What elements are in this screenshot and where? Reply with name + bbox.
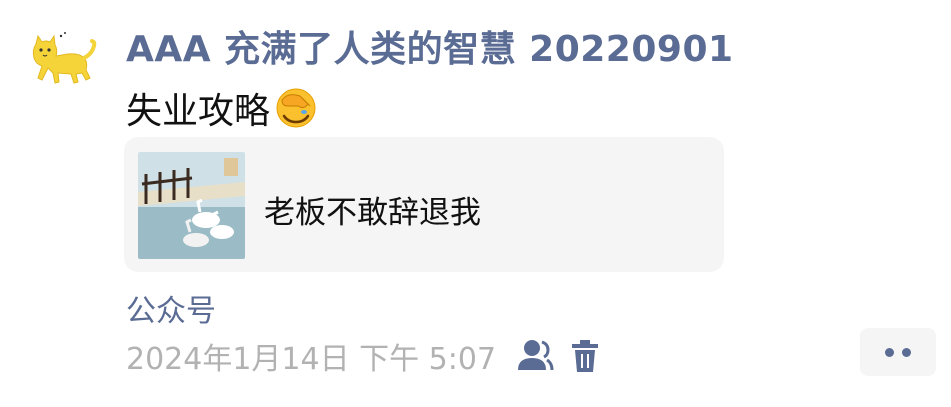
- more-dots-icon: [885, 347, 894, 357]
- friends-icon[interactable]: [514, 338, 554, 374]
- shared-article-card[interactable]: 老板不敢辞退我: [124, 137, 724, 272]
- post-text: 失业攻略: [126, 82, 318, 134]
- more-button[interactable]: [860, 328, 936, 376]
- cat-avatar-icon: [32, 32, 97, 84]
- timestamp: 2024年1月14日 下午 5:07: [126, 342, 497, 377]
- avatar[interactable]: [28, 28, 98, 88]
- post-text-content: 失业攻略: [126, 91, 271, 132]
- facepalm-emoji-icon: [274, 86, 318, 130]
- article-thumbnail: [138, 152, 245, 259]
- more-dots-icon: [902, 347, 911, 357]
- post-meta: 2024年1月14日 下午 5:07: [126, 336, 600, 377]
- author-name[interactable]: AAA 充满了人类的智慧 20220901: [126, 20, 734, 72]
- article-title: 老板不敢辞退我: [264, 195, 481, 231]
- trash-icon[interactable]: [570, 338, 600, 374]
- source-label[interactable]: 公众号: [126, 286, 216, 330]
